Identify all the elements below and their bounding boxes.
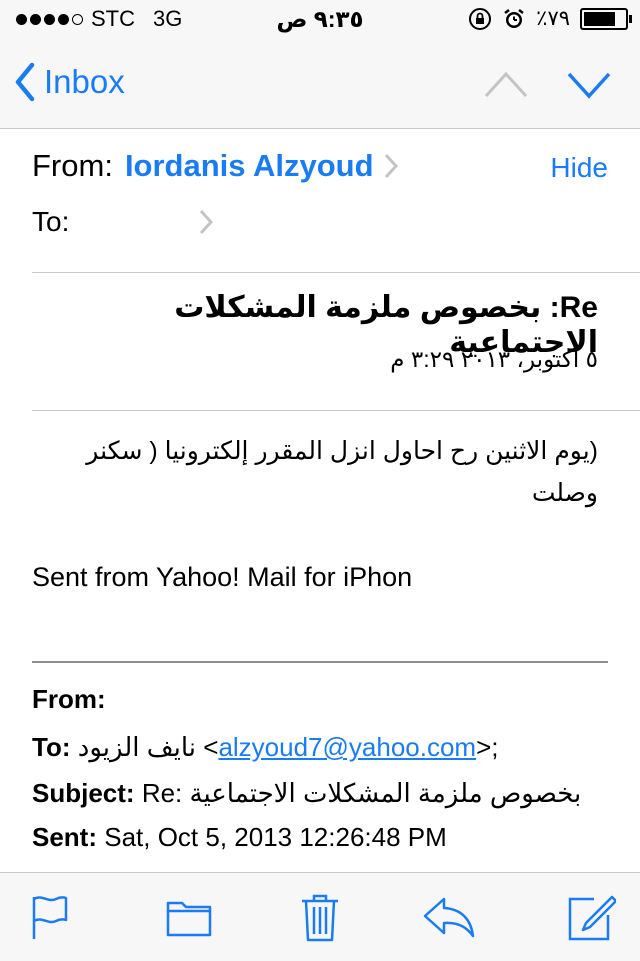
quoted-from-label: From: bbox=[32, 684, 106, 714]
chevron-right-icon bbox=[200, 209, 214, 235]
back-button[interactable]: Inbox bbox=[14, 62, 125, 102]
sender-name[interactable]: Iordanis Alzyoud bbox=[125, 148, 374, 184]
chevron-right-icon bbox=[384, 153, 398, 179]
quoted-subject-label: Subject: bbox=[32, 778, 135, 808]
battery-icon bbox=[580, 7, 632, 30]
subject-divider bbox=[32, 410, 640, 411]
hide-details-button[interactable]: Hide bbox=[550, 152, 608, 184]
rotation-lock-icon bbox=[469, 7, 492, 30]
quoted-to-email-link[interactable]: alzyoud7@yahoo.com bbox=[218, 732, 476, 762]
message-body: (يوم الاثنين رح احاول انزل المقرر إلكترو… bbox=[86, 437, 598, 507]
recipient-redacted[interactable] bbox=[69, 217, 199, 227]
message-signature: Sent from Yahoo! Mail for iPhon bbox=[32, 562, 413, 592]
chevron-left-icon bbox=[15, 62, 35, 102]
quoted-from-row: From: bbox=[32, 684, 106, 715]
quoted-to-label: To: bbox=[32, 732, 71, 762]
quote-divider bbox=[32, 661, 608, 663]
alarm-icon bbox=[504, 8, 524, 28]
to-label: To: bbox=[32, 206, 70, 237]
previous-message-icon[interactable] bbox=[482, 66, 530, 102]
back-label: Inbox bbox=[44, 63, 125, 100]
quoted-subject-value: Re: بخصوص ملزمة المشكلات الاجتماعية bbox=[141, 778, 582, 808]
quoted-to-open: < bbox=[196, 732, 219, 762]
from-label: From: bbox=[32, 148, 113, 183]
header-divider bbox=[32, 272, 640, 273]
reply-icon[interactable] bbox=[422, 893, 476, 941]
status-right: ٪٧٩ bbox=[468, 6, 632, 31]
quoted-to-row: To: نايف الزيود <alzyoud7@yahoo.com>; bbox=[32, 732, 499, 763]
quoted-to-name: نايف الزيود bbox=[77, 732, 197, 762]
battery-percent: ٪٧٩ bbox=[536, 7, 570, 30]
status-bar: STC 3G ٩:٣٥ ص ٪٧٩ bbox=[0, 0, 640, 40]
from-row: From: Iordanis Alzyoud bbox=[32, 148, 398, 184]
bottom-toolbar bbox=[0, 872, 640, 961]
quoted-sent-label: Sent: bbox=[32, 822, 97, 852]
trash-icon[interactable] bbox=[300, 893, 340, 943]
quoted-sent-value: Sat, Oct 5, 2013 12:26:48 PM bbox=[104, 822, 447, 852]
folder-icon[interactable] bbox=[166, 893, 212, 941]
to-row: To: bbox=[32, 206, 214, 238]
next-message-icon[interactable] bbox=[566, 66, 612, 102]
message-date: ٥ أكتوبر، ٢٠١٣ ٣:٢٩ م bbox=[390, 346, 598, 372]
flag-icon[interactable] bbox=[30, 893, 70, 941]
quoted-subject-row: Subject: Re: بخصوص ملزمة المشكلات الاجتم… bbox=[32, 778, 581, 809]
quoted-to-close: >; bbox=[476, 732, 499, 762]
navigation-bar: Inbox bbox=[0, 40, 640, 129]
quoted-sent-row: Sent: Sat, Oct 5, 2013 12:26:48 PM bbox=[32, 822, 447, 853]
compose-icon[interactable] bbox=[568, 893, 616, 943]
